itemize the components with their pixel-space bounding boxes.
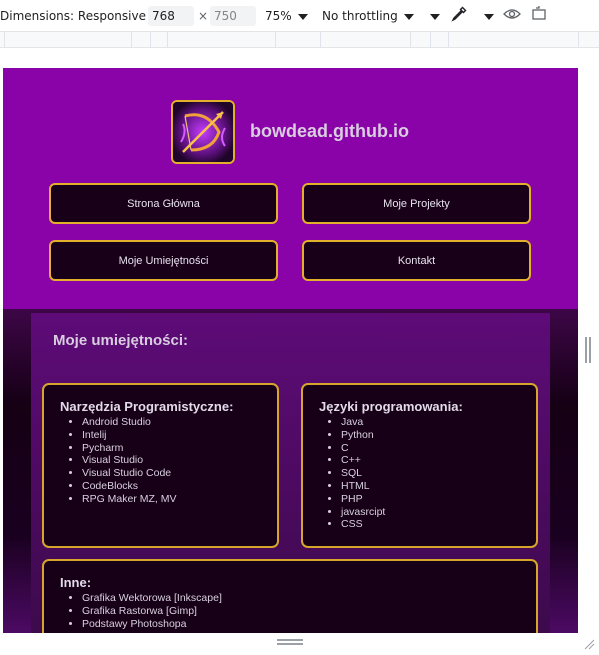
media-query-ruler	[0, 32, 599, 48]
list-item: Grafika Rastorwa [Gimp]	[82, 605, 536, 618]
other-list: Grafika Wektorowa [Inkscape] Grafika Ras…	[60, 592, 536, 630]
nav-contact-button[interactable]: Kontakt	[302, 240, 531, 281]
site-header: bowdead.github.io Strona Główna Moje Pro…	[3, 68, 578, 309]
chevron-down-icon	[430, 13, 440, 20]
card-title: Narzędzia Programistyczne:	[60, 399, 234, 414]
list-item: Visual Studio Code	[82, 467, 277, 480]
section-title: Moje umiejętności:	[53, 332, 189, 349]
eyedropper-icon[interactable]	[450, 5, 468, 23]
list-item: Visual Studio	[82, 454, 277, 467]
list-item: Podstawy Photoshopa	[82, 618, 536, 631]
list-item: Android Studio	[82, 416, 277, 429]
chevron-down-icon	[403, 13, 414, 20]
list-item: javasrcipt	[341, 506, 536, 519]
site-title: bowdead.github.io	[250, 121, 409, 141]
card-title: Inne:	[60, 575, 92, 590]
list-item: C	[341, 442, 536, 455]
nav-home-button[interactable]: Strona Główna	[49, 183, 278, 224]
width-input[interactable]: 768	[148, 6, 194, 26]
height-input[interactable]: 750	[210, 6, 256, 26]
languages-list: Java Python C C++ SQL HTML PHP javasrcip…	[319, 416, 536, 531]
right-resize-handle[interactable]	[585, 337, 591, 363]
list-item: CodeBlocks	[82, 480, 277, 493]
zoom-dropdown[interactable]: 75%	[265, 7, 308, 25]
corner-resize-icon[interactable]	[583, 637, 595, 650]
list-item: Intelij	[82, 429, 277, 442]
rotate-device-icon[interactable]	[530, 5, 550, 23]
list-item: PHP	[341, 493, 536, 506]
chevron-down-icon	[484, 13, 494, 20]
site-logo[interactable]	[171, 100, 235, 164]
throttling-dropdown[interactable]: No throttling	[322, 7, 414, 25]
dimensions-label: Dimensions: Responsive	[0, 9, 146, 23]
dimension-separator: ×	[198, 9, 209, 23]
card-title: Języki programowania:	[319, 399, 463, 414]
zoom-label: 75%	[265, 9, 292, 23]
eyedropper-options-dropdown[interactable]	[478, 7, 494, 25]
list-item: CSS	[341, 518, 536, 531]
list-item: Pycharm	[82, 442, 277, 455]
device-viewport: bowdead.github.io Strona Główna Moje Pro…	[3, 68, 578, 633]
vision-deficiency-icon[interactable]	[502, 5, 522, 23]
tools-list: Android Studio Intelij Pycharm Visual St…	[60, 416, 277, 506]
chevron-down-icon	[297, 13, 308, 20]
list-item: SQL	[341, 467, 536, 480]
list-item: Java	[341, 416, 536, 429]
skills-card-languages: Języki programowania: Java Python C C++ …	[301, 383, 538, 548]
throttling-label: No throttling	[322, 9, 398, 23]
nav-projects-button[interactable]: Moje Projekty	[302, 183, 531, 224]
list-item: C++	[341, 454, 536, 467]
list-item: Grafika Wektorowa [Inkscape]	[82, 592, 536, 605]
skills-card-tools: Narzędzia Programistyczne: Android Studi…	[42, 383, 279, 548]
list-item: Python	[341, 429, 536, 442]
dimensions-dropdown[interactable]: Dimensions: Responsive	[0, 7, 162, 25]
bottom-resize-handle[interactable]	[277, 639, 303, 645]
skills-card-other: Inne: Grafika Wektorowa [Inkscape] Grafi…	[42, 559, 538, 633]
bow-logo-icon	[173, 102, 233, 162]
devtools-device-toolbar: Dimensions: Responsive 768 × 750 75% No …	[0, 0, 599, 32]
more-options-dropdown[interactable]	[424, 7, 440, 25]
nav-skills-button[interactable]: Moje Umiejętności	[49, 240, 278, 281]
list-item: RPG Maker MZ, MV	[82, 493, 277, 506]
list-item: HTML	[341, 480, 536, 493]
